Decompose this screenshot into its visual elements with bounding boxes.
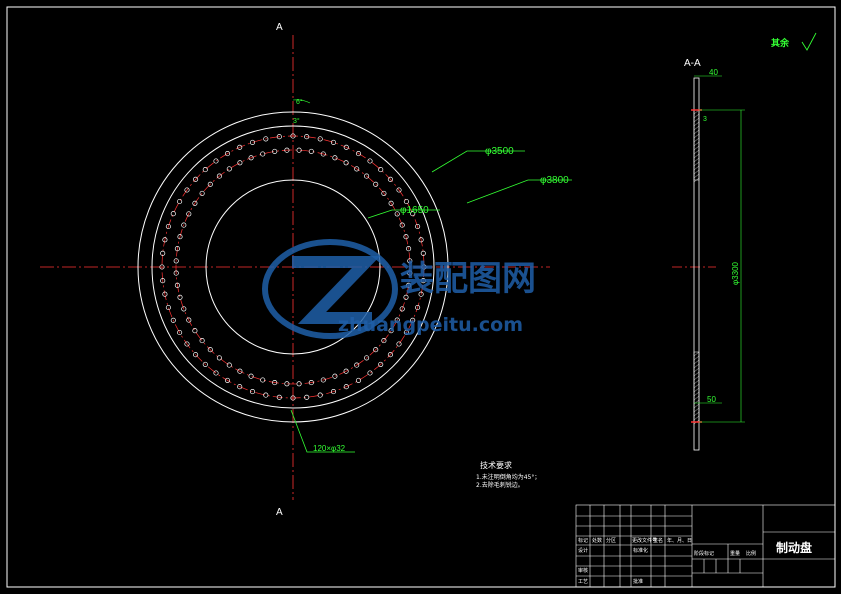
hatch-line <box>693 371 700 377</box>
bolt-hole <box>226 362 232 368</box>
watermark-url: zhuangpeitu.com <box>338 314 523 336</box>
bolt-hole <box>367 158 373 164</box>
tb-standardization: 标准化 <box>633 547 648 554</box>
dim-section-height: φ3300 <box>731 261 740 285</box>
bolt-hole <box>216 355 222 361</box>
tb-col-zone: 分区 <box>606 537 616 544</box>
bolt-hole <box>177 294 183 300</box>
hatch-line <box>693 133 700 139</box>
watermark-brand: 装配图网 <box>400 259 536 299</box>
section-mark-bottom: A <box>276 507 283 518</box>
hatch-line <box>693 125 700 131</box>
bolt-hole <box>332 155 338 161</box>
bolt-hole <box>170 211 176 217</box>
dim-angle-a: 6° <box>296 98 303 106</box>
bolt-hole <box>213 370 219 376</box>
hatch-line <box>693 121 700 127</box>
hatch-line <box>693 137 700 143</box>
hatch-line <box>693 399 700 405</box>
tech-item-2: 2.去除毛刺锐边。 <box>476 481 524 489</box>
hatch-line <box>693 415 700 421</box>
hatch-line <box>693 359 700 365</box>
dim-outer-diameter: φ3800 <box>540 175 569 186</box>
hatch-line <box>693 379 700 385</box>
dim-hole-pattern: 120×φ32 <box>313 444 346 453</box>
watermark-z-icon <box>292 256 381 324</box>
bolt-hole <box>330 139 337 145</box>
tech-item-1: 1.未注明倒角均为45°； <box>476 473 540 481</box>
hatch-line <box>693 165 700 171</box>
hatch-line <box>693 153 700 159</box>
dim-inner-diameter: φ1650 <box>400 205 429 216</box>
watermark: 装配图网 zhuangpeitu.com <box>262 239 536 339</box>
bolt-hole <box>249 389 256 395</box>
hatch-line <box>693 117 700 123</box>
bolt-hole <box>199 190 205 196</box>
tb-col-sign: 签名 <box>653 537 663 544</box>
roughness-symbol-icon <box>801 32 817 51</box>
hatch-line <box>693 355 700 361</box>
hatch-line <box>693 129 700 135</box>
hatch-line <box>693 161 700 167</box>
section-view-label: A-A <box>684 58 701 69</box>
hatch-line <box>693 363 700 369</box>
bolt-hole <box>202 167 208 173</box>
bolt-hole <box>343 160 349 166</box>
hatch-line <box>693 113 700 119</box>
hatch-line <box>693 169 700 175</box>
tb-scale: 比例 <box>746 550 756 557</box>
bolt-hole <box>237 160 243 166</box>
dim-thickness-top: 40 <box>709 68 718 77</box>
bolt-hole <box>199 338 205 344</box>
bolt-hole <box>373 181 379 187</box>
section-mark-top: A <box>276 22 283 33</box>
hatch-line <box>693 145 700 151</box>
dim-thickness-bottom: 50 <box>707 395 716 404</box>
tb-row-process: 工艺 <box>578 579 588 585</box>
bolt-hole <box>213 158 219 164</box>
hatch-line <box>693 411 700 417</box>
hatch-line <box>693 141 700 147</box>
bolt-hole <box>260 377 266 383</box>
hatch-line <box>693 407 700 413</box>
hatch-line <box>693 395 700 401</box>
bolt-hole <box>355 377 362 383</box>
tb-row-review: 审核 <box>578 567 588 574</box>
hatch-line <box>693 387 700 393</box>
hatch-line <box>693 351 700 357</box>
hatch-line <box>693 391 700 397</box>
hatch-line <box>693 383 700 389</box>
hatch-line <box>693 375 700 381</box>
dim-section-small: 3 <box>703 116 707 123</box>
tb-approval: 批准 <box>633 578 643 585</box>
dim-mid-diameter: φ3500 <box>485 146 514 157</box>
tb-stage: 阶段标记 <box>694 550 714 557</box>
dim-angle-b: 3° <box>293 117 300 125</box>
hatch-line <box>693 403 700 409</box>
bolt-hole <box>367 370 373 376</box>
hatch-line <box>693 157 700 163</box>
bolt-hole <box>226 166 232 172</box>
tech-title: 技术要求 <box>480 460 512 470</box>
bolt-hole <box>249 139 256 145</box>
bolt-hole <box>177 198 183 205</box>
hatch-line <box>693 367 700 373</box>
bolt-hole <box>192 328 198 334</box>
bolt-hole <box>403 198 409 205</box>
roughness-note: 其余 <box>771 37 790 48</box>
bolt-hole <box>260 151 266 157</box>
hatch-line <box>693 173 700 179</box>
tb-col-count: 处数 <box>592 537 602 544</box>
bolt-hole <box>378 167 384 173</box>
cad-drawing-canvas: A A φ3800 φ3500 φ1650 120×φ32 6° 3° A-A … <box>6 6 836 588</box>
hatch-line <box>693 149 700 155</box>
tb-row-mark: 标记 <box>578 537 588 544</box>
bolt-hole <box>248 373 254 379</box>
bolt-hole <box>396 341 402 347</box>
tb-weight: 重量 <box>730 550 740 557</box>
part-name: 制动盘 <box>776 540 812 555</box>
bolt-hole <box>165 304 171 311</box>
tb-col-date: 年、月、日 <box>667 537 692 544</box>
tb-row-design: 设计 <box>578 547 588 554</box>
